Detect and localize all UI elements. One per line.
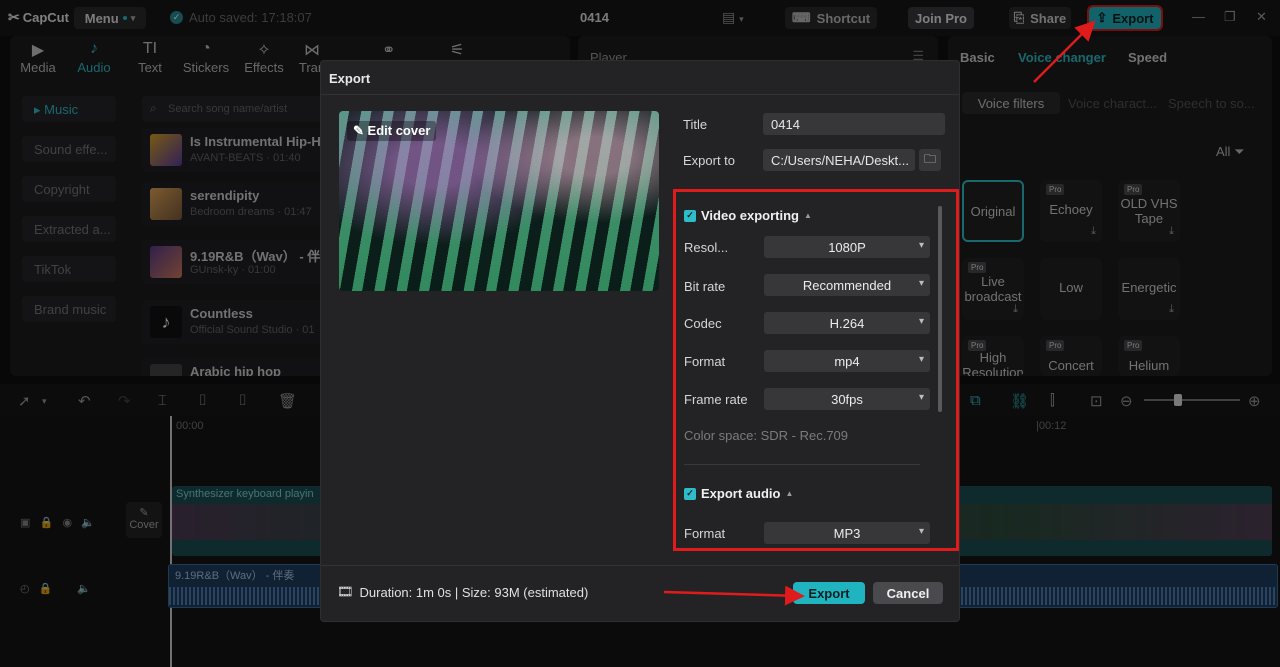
arrow-to-export-top [1033,20,1096,83]
arrow-to-export-button [663,585,805,606]
annotation-arrows [663,20,1096,606]
